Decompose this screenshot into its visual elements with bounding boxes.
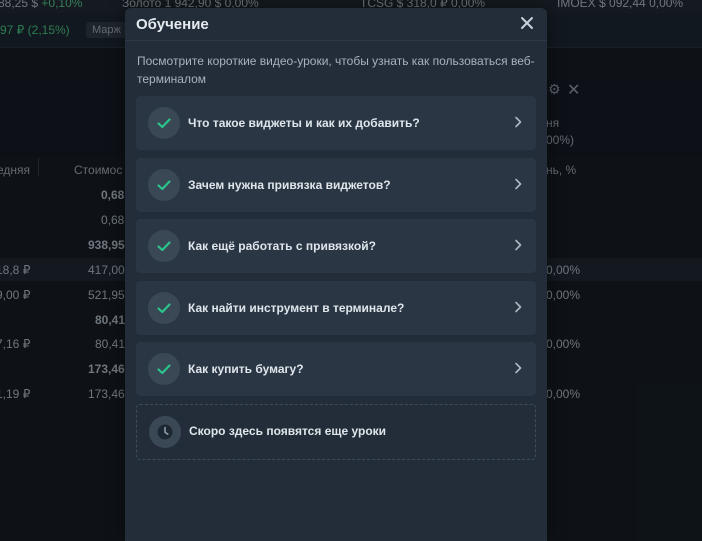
chevron-right-icon: [515, 178, 522, 190]
modal-description: Посмотрите короткие видео-уроки, чтобы у…: [137, 54, 535, 86]
lesson-label: Что такое виджеты и как их добавить?: [188, 116, 420, 130]
lesson-item[interactable]: Как купить бумагу?: [136, 342, 536, 396]
clock-icon: [149, 416, 181, 448]
close-icon: [521, 17, 533, 29]
chevron-right-icon: [515, 362, 522, 374]
upcoming-lessons-placeholder: Скоро здесь появятся еще уроки: [136, 404, 536, 460]
check-icon: [148, 169, 180, 201]
tutorial-modal: Обучение Посмотрите короткие видео-уроки…: [125, 8, 547, 541]
check-icon: [148, 353, 180, 385]
lesson-label: Зачем нужна привязка виджетов?: [188, 178, 391, 192]
lesson-label: Как ещё работать с привязкой?: [188, 239, 376, 253]
check-icon: [148, 292, 180, 324]
lesson-item[interactable]: Зачем нужна привязка виджетов?: [136, 158, 536, 212]
lesson-item[interactable]: Как найти инструмент в терминале?: [136, 281, 536, 335]
lesson-item[interactable]: Что такое виджеты и как их добавить?: [136, 96, 536, 150]
modal-title: Обучение: [136, 16, 209, 33]
close-button[interactable]: [517, 13, 537, 33]
lesson-label: Как купить бумагу?: [188, 362, 304, 376]
chevron-right-icon: [515, 239, 522, 251]
check-icon: [148, 230, 180, 262]
lesson-item[interactable]: Как ещё работать с привязкой?: [136, 219, 536, 273]
chevron-right-icon: [515, 116, 522, 128]
chevron-right-icon: [515, 301, 522, 313]
modal-header: Обучение: [125, 8, 547, 41]
check-icon: [148, 107, 180, 139]
upcoming-label: Скоро здесь появятся еще уроки: [189, 424, 387, 438]
lesson-label: Как найти инструмент в терминале?: [188, 301, 405, 315]
